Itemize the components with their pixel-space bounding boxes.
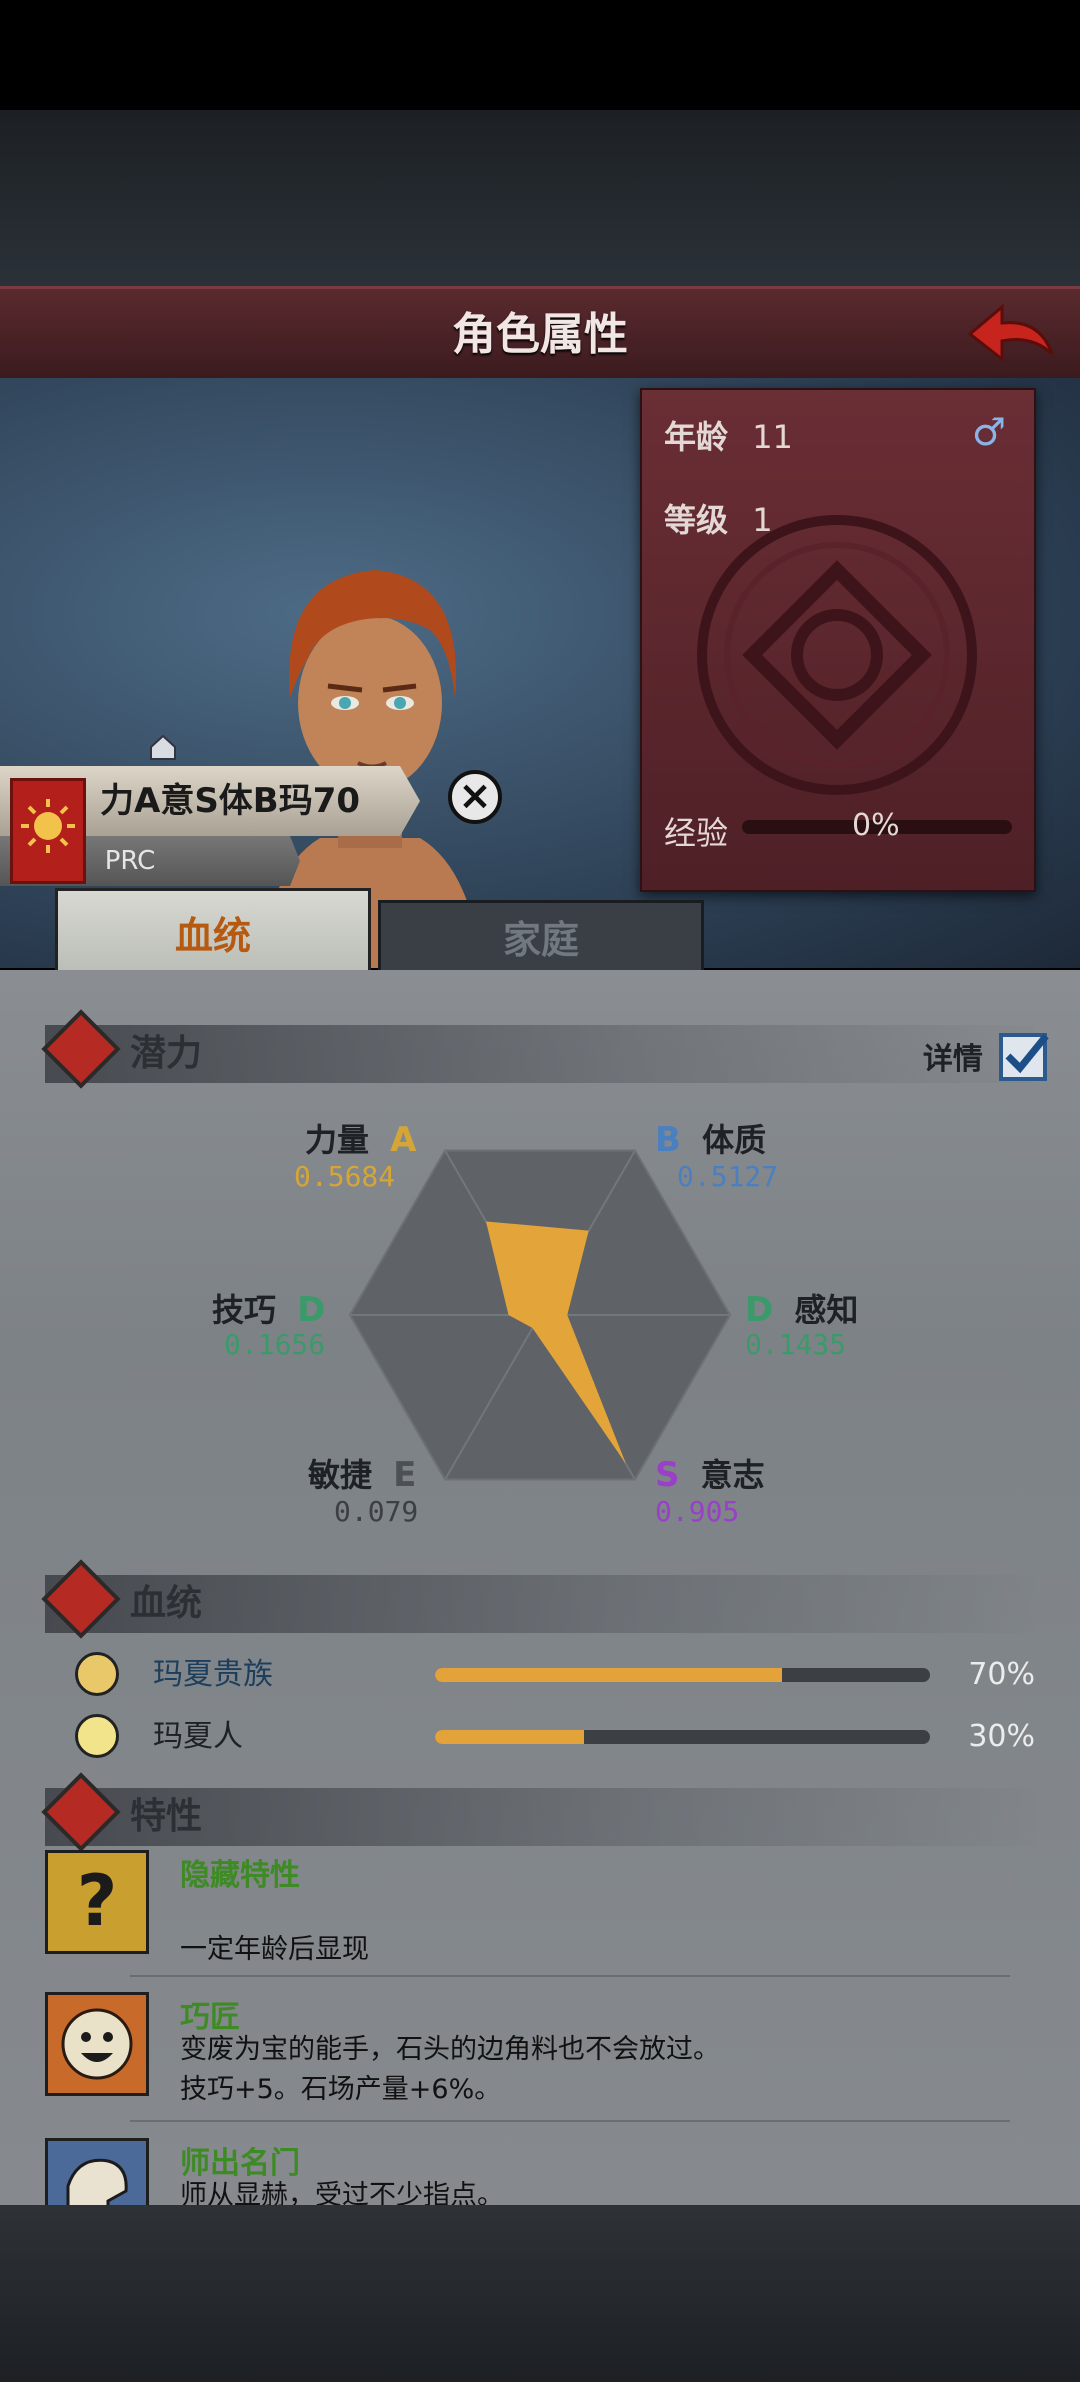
stat-agility-grade: E xyxy=(393,1455,417,1495)
bloodline-bar xyxy=(435,1668,930,1682)
cross-emblem-icon xyxy=(75,1714,119,1758)
stat-skill: 技巧 D xyxy=(212,1285,325,1331)
stat-perception-name: 感知 xyxy=(794,1291,859,1329)
back-arrow-icon[interactable] xyxy=(960,299,1060,369)
potential-icon xyxy=(41,1009,121,1089)
age-label: 年龄 xyxy=(664,418,729,456)
flame-icon xyxy=(41,1772,121,1852)
tab-family[interactable]: 家庭 xyxy=(378,900,704,980)
stat-constitution-grade: B xyxy=(655,1120,681,1160)
stat-skill-grade: D xyxy=(297,1290,326,1330)
male-icon: ♂ xyxy=(971,410,1006,454)
stat-agility: 敏捷 E xyxy=(308,1450,416,1496)
age-value: 11 xyxy=(752,418,793,456)
title-bar: 角色属性 xyxy=(0,286,1080,384)
trait-item[interactable]: 师出名门 师从显赫，受过不少指点。 xyxy=(45,2138,1035,2205)
character-name: 力A意S体B玛70 xyxy=(100,781,361,821)
celtic-knot-emblem xyxy=(697,515,977,795)
traits-header: 特性 xyxy=(41,1772,1035,1852)
bloodline-title: 血统 xyxy=(130,1583,203,1624)
stat-constitution-name: 体质 xyxy=(702,1121,767,1159)
trait-divider xyxy=(130,1975,1010,1977)
question-icon: ? xyxy=(45,1850,149,1954)
stat-will-value: 0.905 xyxy=(655,1495,740,1528)
stat-will-grade: S xyxy=(655,1455,680,1495)
bloodline-name: 玛夏贵族 xyxy=(153,1657,273,1692)
exp-percent: 0% xyxy=(852,808,900,843)
potential-header: 潜力 xyxy=(41,1009,1035,1089)
stat-skill-value: 0.1656 xyxy=(224,1328,326,1361)
bloodline-name: 玛夏人 xyxy=(153,1719,243,1754)
bloodline-bar xyxy=(435,1730,930,1744)
stat-perception: D 感知 xyxy=(745,1285,858,1331)
bloodline-bar-fill xyxy=(435,1730,584,1744)
stat-strength-value: 0.5684 xyxy=(294,1160,396,1193)
tab-bar: 家庭 血统 xyxy=(0,888,1080,981)
trait-name: 隐藏特性 xyxy=(180,1858,300,1893)
detail-label: 详情 xyxy=(922,1042,983,1077)
stat-perception-value: 0.1435 xyxy=(745,1328,847,1361)
stat-strength: 力量 A xyxy=(305,1115,416,1161)
checkbox-icon[interactable] xyxy=(998,1030,1050,1082)
page-title: 角色属性 xyxy=(452,309,628,360)
svg-text:?: ? xyxy=(77,1860,118,1942)
stat-constitution-value: 0.5127 xyxy=(677,1160,779,1193)
bloodline-row: 玛夏贵族 70% xyxy=(75,1650,1035,1700)
level-row: 等级 1 xyxy=(664,495,773,541)
blood-drop-icon xyxy=(41,1559,121,1639)
age-row: 年龄 11 xyxy=(664,412,793,458)
info-banner: 年龄 11 ♂ 等级 1 经验 0% xyxy=(640,388,1036,892)
attributes-panel: 潜力 详情 力量 A 0.5684 B 体质 0.5127 D 感知 0.143… xyxy=(0,970,1080,2205)
level-label: 等级 xyxy=(664,501,729,539)
sun-banner-icon xyxy=(10,778,86,884)
stat-agility-value: 0.079 xyxy=(334,1495,419,1528)
bloodline-row: 玛夏人 30% xyxy=(75,1712,1035,1762)
mentor-icon xyxy=(45,2138,149,2205)
potential-title: 潜力 xyxy=(130,1033,203,1074)
trait-item[interactable]: ? 隐藏特性 一定年龄后显现 xyxy=(45,1850,1035,1990)
stat-skill-name: 技巧 xyxy=(212,1291,277,1329)
bloodline-header: 血统 xyxy=(41,1559,1035,1639)
bloodline-bar-fill xyxy=(435,1668,782,1682)
trait-desc-line1: 师从显赫，受过不少指点。 xyxy=(180,2180,504,2205)
bloodline-percent: 30% xyxy=(968,1719,1035,1754)
trait-divider xyxy=(130,2120,1010,2122)
stat-will: S 意志 xyxy=(655,1450,765,1496)
top-black-area xyxy=(0,0,1080,110)
smile-sun-icon xyxy=(45,1992,149,2096)
stat-strength-grade: A xyxy=(390,1120,417,1160)
bottom-bar xyxy=(0,2205,1080,2382)
detail-toggle[interactable]: 详情 xyxy=(923,1030,1050,1082)
game-screen: 角色属性 年龄 11 ♂ 等级 1 经验 0% 力A意S体B玛70 PRC × … xyxy=(0,0,1080,2382)
close-icon[interactable]: × xyxy=(448,770,502,824)
trait-desc-line2: 技巧+5。石场产量+6%。 xyxy=(180,2074,502,2105)
stat-constitution: B 体质 xyxy=(655,1115,766,1161)
stat-perception-grade: D xyxy=(745,1290,774,1330)
exp-label: 经验 xyxy=(664,814,729,852)
tab-bloodline[interactable]: 血统 xyxy=(55,888,371,981)
traits-title: 特性 xyxy=(130,1796,203,1837)
bloodline-percent: 70% xyxy=(968,1657,1035,1692)
trait-item[interactable]: 巧匠 变废为宝的能手，石头的边角料也不会放过。 技巧+5。石场产量+6%。 xyxy=(45,1992,1035,2132)
house-icon xyxy=(150,734,176,760)
level-value: 1 xyxy=(752,501,773,539)
trait-desc-line2: 一定年龄后显现 xyxy=(180,1934,369,1965)
character-hero-area: 年龄 11 ♂ 等级 1 经验 0% 力A意S体B玛70 PRC × xyxy=(0,378,1080,968)
trait-desc-line1: 变废为宝的能手，石头的边角料也不会放过。 xyxy=(180,2034,720,2065)
crosshair-emblem-icon xyxy=(75,1652,119,1696)
stat-strength-name: 力量 xyxy=(305,1121,370,1159)
stat-will-name: 意志 xyxy=(700,1456,765,1494)
top-grey-area xyxy=(0,110,1080,286)
stat-agility-name: 敏捷 xyxy=(308,1456,373,1494)
